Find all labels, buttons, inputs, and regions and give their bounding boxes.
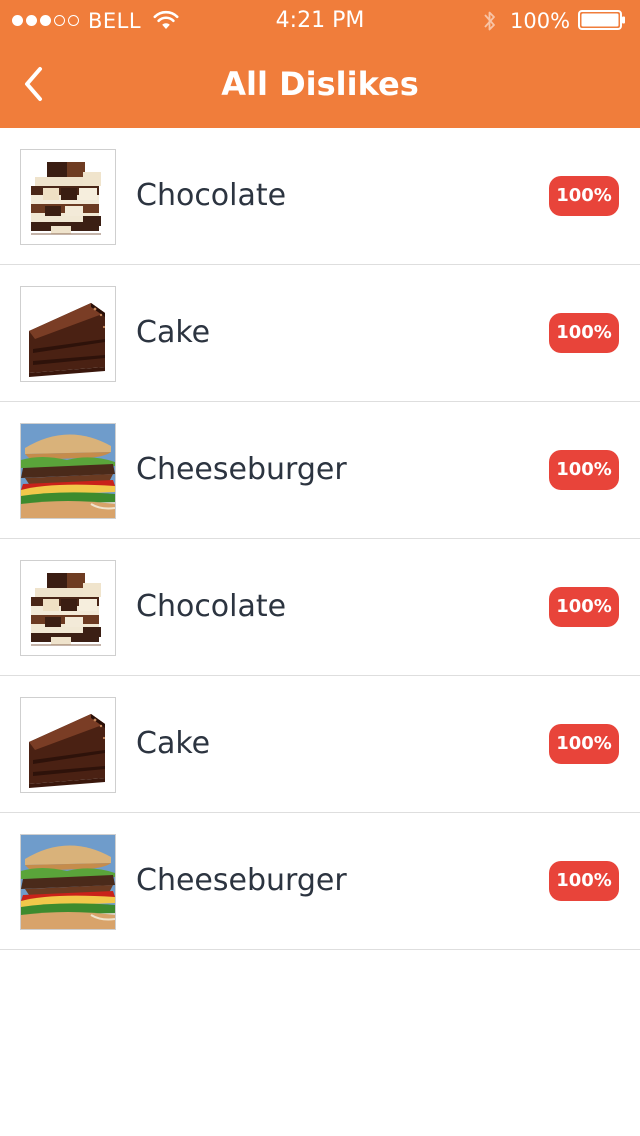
battery-icon (578, 10, 625, 30)
percentage-badge: 100% (549, 176, 619, 216)
chocolate-image (20, 560, 116, 656)
percentage-badge: 100% (549, 450, 619, 490)
back-button[interactable] (14, 62, 54, 106)
item-name: Cheeseburger (136, 452, 347, 487)
percentage-badge: 100% (549, 724, 619, 764)
list-item-chocolate[interactable]: Chocolate 100% (0, 539, 640, 676)
cheeseburger-image (20, 423, 116, 519)
list-item-chocolate[interactable]: Chocolate 100% (0, 128, 640, 265)
percentage-badge: 100% (549, 861, 619, 901)
item-name: Chocolate (136, 589, 287, 624)
navigation-bar: All Dislikes (0, 40, 640, 128)
list-item-cheeseburger[interactable]: Cheeseburger 100% (0, 813, 640, 950)
app-header: BELL 4:21 PM 100% All Dislikes (0, 0, 640, 128)
list-item-cake[interactable]: Cake 100% (0, 265, 640, 402)
item-name: Chocolate (136, 178, 287, 213)
cake-image (20, 286, 116, 382)
chevron-left-icon (25, 67, 42, 101)
item-name: Cake (136, 726, 211, 761)
battery-percent: 100% (510, 9, 571, 33)
percentage-badge: 100% (549, 313, 619, 353)
bluetooth-icon (484, 11, 495, 31)
cheeseburger-image (20, 834, 116, 930)
status-bar: BELL 4:21 PM 100% (0, 0, 640, 40)
page-title: All Dislikes (221, 65, 419, 103)
list-item-cheeseburger[interactable]: Cheeseburger 100% (0, 402, 640, 539)
dislikes-list: Chocolate 100% Cake 100% Cheeseburger 10… (0, 128, 640, 950)
cake-image (20, 697, 116, 793)
item-name: Cake (136, 315, 211, 350)
list-item-cake[interactable]: Cake 100% (0, 676, 640, 813)
chocolate-image (20, 149, 116, 245)
item-name: Cheeseburger (136, 863, 347, 898)
percentage-badge: 100% (549, 587, 619, 627)
